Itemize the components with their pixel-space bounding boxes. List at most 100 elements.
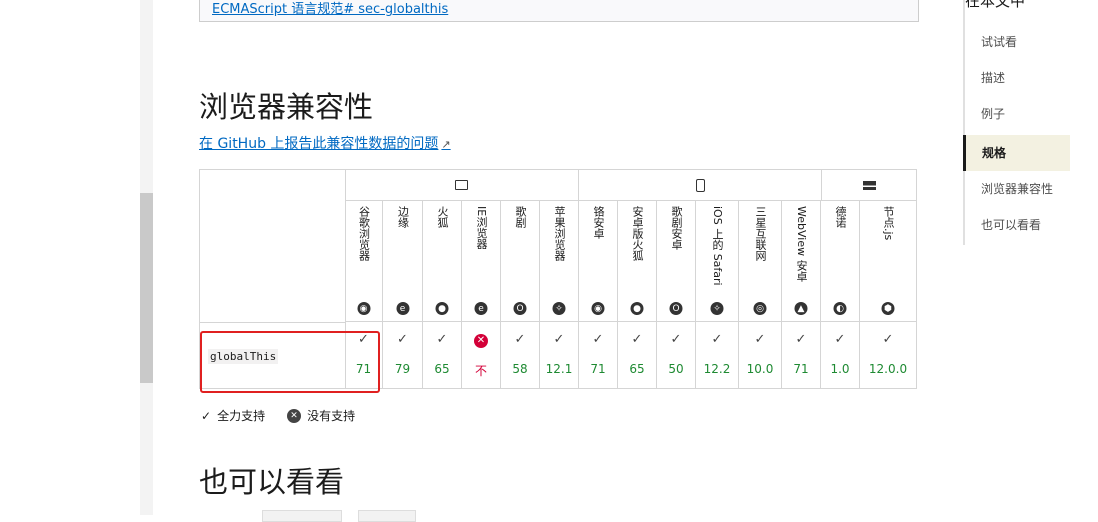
support-cell[interactable]: ✓ 71: [782, 322, 821, 388]
support-version: 65: [629, 362, 645, 376]
android-icon: ▲: [794, 302, 808, 315]
see-also-heading: 也可以看看: [199, 465, 345, 499]
browser-name: 苹果浏览器: [553, 206, 566, 261]
check-icon: ✓: [670, 332, 682, 347]
browser-header: 火狐 ●: [423, 200, 462, 322]
cross-icon: ✕: [462, 332, 500, 348]
browser-header: 歌剧 O: [501, 200, 540, 322]
toc-sidebar: 在本文中 试试看 描述 例子 规格 浏览器兼容性 也可以看看: [963, 0, 1098, 245]
spec-box: ECMAScript 语言规范# sec-globalthis: [199, 0, 919, 22]
browser-header: WebView 安卓 ▲: [782, 200, 821, 322]
support-cell[interactable]: ✓ 12.2: [696, 322, 739, 388]
compat-heading: 浏览器兼容性: [199, 90, 374, 124]
safari-icon: ✧: [552, 302, 566, 315]
browser-name: 德诺: [834, 206, 847, 228]
support-cell[interactable]: ✓ 79: [383, 322, 423, 388]
check-icon: ✓: [754, 332, 766, 347]
scrollbar-thumb[interactable]: [140, 193, 153, 383]
support-cell[interactable]: ✕ 不: [462, 322, 501, 388]
support-version: 58: [512, 362, 528, 376]
support-cell[interactable]: ✓ 1.0: [821, 322, 860, 388]
browser-name: IE浏览器: [475, 206, 488, 250]
server-icon: [862, 180, 876, 190]
browser-header: 安卓版火狐 ●: [618, 200, 657, 322]
support-version: 71: [590, 362, 606, 376]
browser-header: 三星互联网 ◎: [739, 200, 782, 322]
platform-mobile: [579, 170, 822, 201]
highlight-box: [200, 331, 380, 393]
platform-desktop: [345, 170, 579, 201]
check-icon: ✓: [201, 408, 212, 423]
support-cell[interactable]: ✓ 58: [501, 322, 540, 388]
check-icon: ✓: [795, 332, 807, 347]
check-icon: ✓: [514, 332, 526, 347]
toc-item[interactable]: 规格: [963, 135, 1070, 171]
browser-header: 节点.js ⬢: [860, 200, 916, 322]
support-version: 71: [793, 362, 809, 376]
browser-name: 安卓版火狐: [631, 206, 644, 261]
opera-icon: O: [669, 302, 683, 315]
support-cell[interactable]: ✓ 12.1: [540, 322, 579, 388]
toc-item[interactable]: 浏览器兼容性: [965, 171, 1072, 207]
check-icon: ✓: [436, 332, 448, 347]
browser-name: 节点.js: [882, 206, 895, 241]
firefox-icon: ●: [435, 302, 449, 315]
toc-item[interactable]: 描述: [965, 60, 1072, 96]
browser-header: IE浏览器 e: [462, 200, 501, 322]
opera-icon: O: [513, 302, 527, 315]
chrome-icon: ◉: [357, 302, 370, 315]
report-issue-label: 在 GitHub 上报告此兼容性数据的问题: [199, 136, 439, 152]
support-cell[interactable]: ✓ 71: [579, 322, 618, 388]
legend-no-support: 没有支持: [307, 409, 356, 423]
browser-header: 苹果浏览器 ✧: [540, 200, 579, 322]
edge-icon: e: [396, 302, 409, 315]
support-version: 65: [434, 362, 450, 376]
browser-name: 歌剧安卓: [670, 206, 683, 250]
legend: ✓ 全力支持 ✕ 没有支持: [201, 407, 355, 424]
support-cell[interactable]: ✓ 65: [423, 322, 462, 388]
chrome-icon: ◉: [591, 302, 605, 315]
support-version: 12.0.0: [868, 362, 908, 376]
safari-icon: ✧: [710, 302, 724, 315]
browser-header: 歌剧安卓 O: [657, 200, 696, 322]
samsung-icon: ◎: [753, 302, 767, 315]
support-version: 1.0: [830, 362, 850, 376]
check-icon: ✓: [592, 332, 604, 347]
table-corner: [200, 170, 346, 323]
report-issue-link[interactable]: 在 GitHub 上报告此兼容性数据的问题 ↗: [199, 133, 451, 153]
toc-item[interactable]: 试试看: [965, 24, 1072, 60]
support-cell[interactable]: ✓ 12.0.0: [860, 322, 916, 388]
browser-name: 铬安卓: [592, 206, 605, 239]
bottom-chip: [262, 510, 342, 522]
browser-name: iOS 上的 Safari: [711, 206, 724, 286]
check-icon: ✓: [553, 332, 565, 347]
ie-icon: e: [474, 302, 488, 315]
browser-name: 歌剧: [514, 206, 527, 228]
support-cell[interactable]: ✓ 50: [657, 322, 696, 388]
desktop-icon: [455, 180, 468, 190]
toc-item[interactable]: 也可以看看: [965, 207, 1072, 243]
support-version: 12.2: [703, 362, 731, 376]
bottom-chip: [358, 510, 416, 522]
support-version: 10.0: [746, 362, 774, 376]
browser-header: iOS 上的 Safari ✧: [696, 200, 739, 322]
browser-header: 铬安卓 ◉: [579, 200, 618, 322]
support-cell[interactable]: ✓ 65: [618, 322, 657, 388]
toc-item[interactable]: 例子: [965, 96, 1072, 132]
browser-header: 谷歌浏览器 ◉: [345, 200, 383, 322]
browser-name: 三星互联网: [754, 206, 767, 261]
browser-name: WebView 安卓: [795, 206, 808, 282]
browser-name: 火狐: [436, 206, 449, 228]
support-version: 79: [394, 362, 411, 376]
nodejs-icon: ⬢: [881, 302, 895, 315]
spec-link[interactable]: ECMAScript 语言规范# sec-globalthis: [212, 0, 448, 17]
check-icon: ✓: [711, 332, 723, 347]
browser-header: 德诺 ◐: [821, 200, 860, 322]
toc-title: 在本文中: [965, 0, 1026, 10]
support-version: 不: [474, 364, 487, 378]
left-gutter: [0, 0, 153, 515]
external-link-icon: ↗: [441, 138, 451, 151]
firefox-icon: ●: [630, 302, 644, 315]
cross-icon: ✕: [287, 408, 302, 423]
support-cell[interactable]: ✓ 10.0: [739, 322, 782, 388]
